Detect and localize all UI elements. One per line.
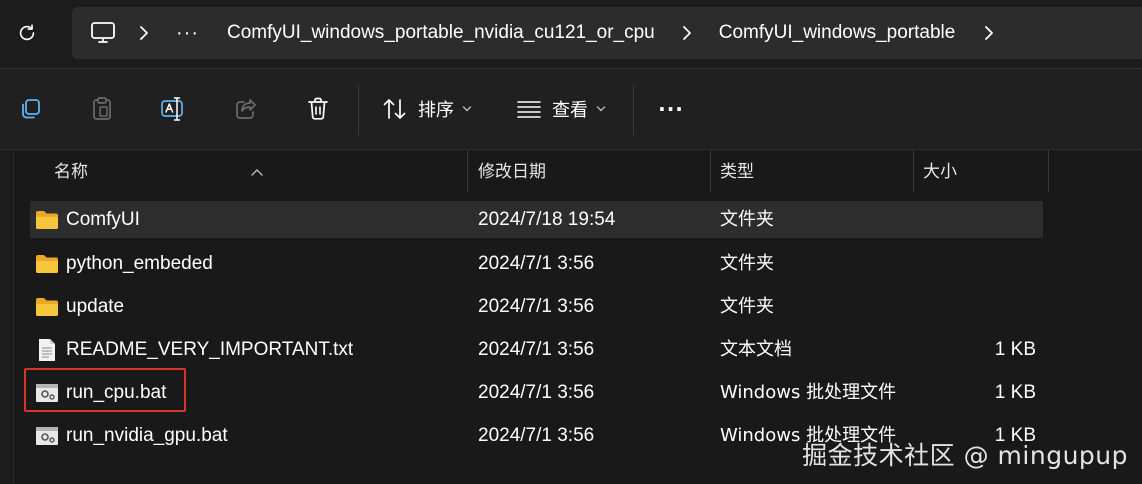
toolbar-divider <box>358 85 359 135</box>
view-button[interactable]: 查看 <box>516 89 606 129</box>
sort-icon <box>383 99 406 119</box>
column-header-type[interactable]: 类型 <box>711 150 914 192</box>
file-date: 2024/7/1 3:56 <box>478 296 595 317</box>
file-type: 文件夹 <box>720 296 774 317</box>
file-date: 2024/7/18 19:54 <box>478 209 616 230</box>
list-view-icon <box>517 101 541 118</box>
file-type: 文件夹 <box>720 253 774 274</box>
column-header-date[interactable]: 修改日期 <box>468 150 711 192</box>
column-header-size[interactable]: 大小 <box>914 150 1049 192</box>
breadcrumb-item[interactable]: ComfyUI_windows_portable_nvidia_cu121_or… <box>227 22 655 44</box>
file-row-update[interactable]: update 2024/7/1 3:56 文件夹 <box>30 288 1043 325</box>
column-header-row: 名称 修改日期 类型 大小 <box>30 150 1050 192</box>
column-header-name[interactable]: 名称 <box>30 150 468 192</box>
chevron-down-icon <box>462 105 472 113</box>
file-row-comfyui[interactable]: ComfyUI 2024/7/18 19:54 文件夹 <box>30 201 1043 238</box>
file-name: run_nvidia_gpu.bat <box>66 425 228 446</box>
file-row-readme[interactable]: README_VERY_IMPORTANT.txt 2024/7/1 3:56 … <box>30 331 1043 368</box>
file-type: Windows 批处理文件 <box>720 382 897 403</box>
copy-button[interactable] <box>10 89 50 129</box>
command-bar: 排序 查看 ··· <box>0 68 1142 150</box>
copy-icon <box>22 99 40 119</box>
computer-icon[interactable] <box>90 21 116 45</box>
refresh-button[interactable] <box>8 14 46 52</box>
chevron-down-icon <box>596 105 606 113</box>
trash-icon <box>308 97 328 120</box>
file-date: 2024/7/1 3:56 <box>478 425 595 446</box>
share-icon <box>236 99 256 119</box>
file-name: python_embeded <box>66 253 213 274</box>
refresh-icon <box>19 24 35 41</box>
folder-icon <box>34 295 60 319</box>
file-size: 1 KB <box>994 339 1036 360</box>
column-header-type-label: 类型 <box>720 162 754 182</box>
chevron-right-icon[interactable] <box>138 25 150 41</box>
address-row: ··· ComfyUI_windows_portable_nvidia_cu12… <box>0 0 1142 68</box>
breadcrumb-overflow[interactable]: ··· <box>176 22 199 45</box>
file-name: ComfyUI <box>66 209 140 230</box>
paste-button[interactable] <box>82 89 122 129</box>
highlight-box <box>24 368 186 412</box>
column-header-name-label: 名称 <box>54 162 88 182</box>
share-button[interactable] <box>226 89 266 129</box>
file-date: 2024/7/1 3:56 <box>478 339 595 360</box>
sort-label: 排序 <box>418 100 454 121</box>
navigation-pane-edge[interactable] <box>0 150 14 484</box>
file-size: 1 KB <box>994 382 1036 403</box>
file-list: 名称 修改日期 类型 大小 ComfyUI 2024/7/18 19:54 文件… <box>0 150 1142 484</box>
breadcrumb-item[interactable]: ComfyUI_windows_portable <box>719 22 956 44</box>
column-header-date-label: 修改日期 <box>478 162 546 182</box>
file-explorer-window: ··· ComfyUI_windows_portable_nvidia_cu12… <box>0 0 1142 484</box>
paste-icon <box>93 97 111 120</box>
batch-file-icon <box>34 424 60 448</box>
rename-icon <box>161 97 183 121</box>
file-date: 2024/7/1 3:56 <box>478 382 595 403</box>
view-label: 查看 <box>552 100 588 121</box>
chevron-right-icon[interactable] <box>681 25 693 41</box>
file-type: 文件夹 <box>720 209 774 230</box>
address-bar[interactable]: ··· ComfyUI_windows_portable_nvidia_cu12… <box>72 7 1142 59</box>
more-options-button[interactable]: ··· <box>651 89 691 129</box>
text-file-icon <box>34 338 60 362</box>
file-type: 文本文档 <box>720 339 792 360</box>
delete-button[interactable] <box>298 89 338 129</box>
file-row-python-embeded[interactable]: python_embeded 2024/7/1 3:56 文件夹 <box>30 245 1043 282</box>
watermark: 掘金技术社区 @ mingupup <box>802 441 1128 470</box>
column-header-size-label: 大小 <box>923 162 957 182</box>
rename-button[interactable] <box>154 89 194 129</box>
toolbar-divider <box>633 85 634 135</box>
folder-icon <box>34 252 60 276</box>
folder-icon <box>34 208 60 232</box>
file-name: update <box>66 296 125 317</box>
file-date: 2024/7/1 3:56 <box>478 253 595 274</box>
file-name: README_VERY_IMPORTANT.txt <box>66 339 354 360</box>
chevron-right-icon[interactable] <box>983 25 995 41</box>
sort-ascending-icon <box>250 149 264 193</box>
more-icon: ··· <box>658 97 684 121</box>
sort-button[interactable]: 排序 <box>382 89 472 129</box>
